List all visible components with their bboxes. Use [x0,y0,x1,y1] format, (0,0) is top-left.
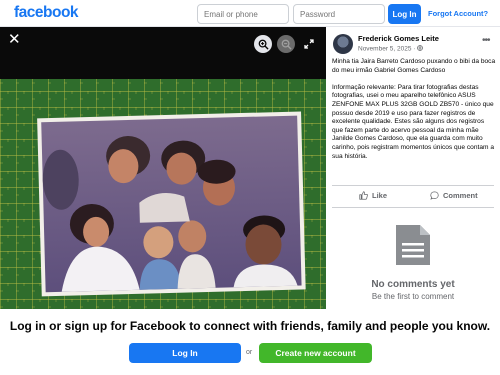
caption-paragraph-2: Informação relevante: Para tirar fotogra… [332,83,494,160]
be-first-text: Be the first to comment [371,292,455,301]
divider [332,207,494,208]
fullscreen-icon[interactable] [300,35,318,53]
document-icon [396,225,430,265]
like-button[interactable]: Like [359,191,387,200]
comment-icon [430,191,439,200]
forgot-account-link[interactable]: Forgot Account? [428,9,488,18]
avatar[interactable] [333,34,353,54]
like-icon [359,191,368,200]
photo-image [0,27,326,309]
close-icon[interactable]: ✕ [8,32,22,47]
caption-paragraph-1: Minha tia Jaira Barreto Cardoso puxando … [332,58,496,74]
login-button[interactable]: Log In [129,343,241,363]
globe-icon [417,45,424,53]
zoom-out-icon[interactable] [277,35,295,53]
photo-viewer: ✕ [0,27,326,309]
facebook-logo[interactable]: facebook [14,4,79,22]
like-label: Like [372,191,388,200]
top-navigation-bar: facebook Log In Forgot Account? [0,0,500,27]
author-name[interactable]: Frederick Gomes Leite [358,34,439,43]
post-date-text[interactable]: November 5, 2025 · [358,46,417,53]
comment-button[interactable]: Comment [430,191,478,200]
comment-label: Comment [443,191,478,200]
email-field[interactable] [197,4,289,24]
create-account-button[interactable]: Create new account [259,343,372,363]
header-login-button[interactable]: Log In [388,4,421,24]
login-prompt-bar: Log in or sign up for Facebook to connec… [0,309,500,375]
zoom-in-icon[interactable] [254,35,272,53]
post-caption: Minha tia Jaira Barreto Cardoso puxando … [332,58,496,170]
more-options-icon[interactable]: ••• [482,35,490,46]
post-details-panel: Frederick Gomes Leite November 5, 2025 ·… [326,27,500,309]
no-comments-text: No comments yet [371,279,455,290]
or-label: or [246,349,253,356]
divider [332,185,494,186]
signup-prompt-text: Log in or sign up for Facebook to connec… [9,319,491,333]
password-field[interactable] [293,4,385,24]
post-date[interactable]: November 5, 2025 · [358,45,424,53]
